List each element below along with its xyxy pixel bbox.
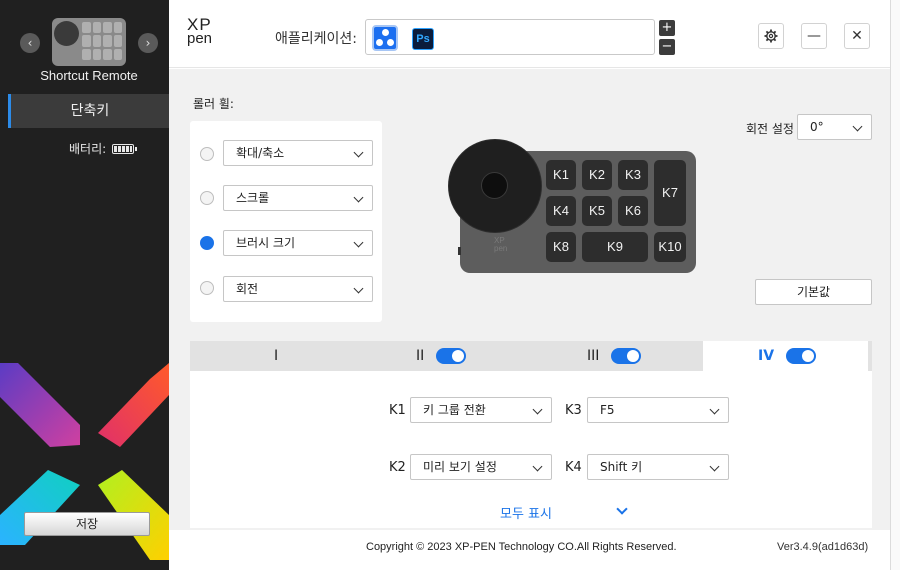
roller-zoom-select[interactable]: 확대/축소 [223, 140, 373, 166]
photoshop-icon[interactable]: Ps [412, 28, 434, 50]
copyright-text: Copyright © 2023 XP-PEN Technology CO.Al… [366, 541, 677, 553]
save-button[interactable]: 저장 [24, 512, 150, 536]
roller-radio-scroll[interactable] [200, 191, 214, 205]
k1-function-select[interactable]: 키 그룹 전환 [410, 397, 552, 423]
roller-rotate-select[interactable]: 회전 [223, 276, 373, 302]
device-name: Shortcut Remote [40, 68, 138, 83]
mapping-key-k1: K1 [389, 403, 406, 418]
minimize-button[interactable]: — [801, 23, 827, 49]
rotation-select[interactable]: 0° [797, 114, 872, 140]
key-k4[interactable]: K4 [546, 196, 576, 226]
chevron-down-icon [353, 147, 364, 158]
settings-button[interactable] [758, 23, 784, 49]
device-image: XP pen K1 K2 K3 K4 K5 K6 K7 K8 K9 K10 [449, 140, 696, 273]
footer: Copyright © 2023 XP-PEN Technology CO.Al… [169, 530, 890, 570]
key-k2[interactable]: K2 [582, 160, 612, 190]
previous-device-button[interactable]: ‹ [20, 33, 40, 53]
battery-icon [112, 143, 138, 154]
roller-radio-zoom[interactable] [200, 147, 214, 161]
key-k3[interactable]: K3 [618, 160, 648, 190]
main-panel: 롤러 휠: 확대/축소 스크롤 브러시 크기 회전 XP pen K1 K2 K3… [169, 69, 890, 530]
all-apps-icon[interactable] [372, 25, 398, 51]
next-device-button[interactable]: › [138, 33, 158, 53]
xppen-logo: XP pen [187, 15, 213, 47]
device-brand-logo: XP pen [494, 236, 508, 253]
mapping-key-k2: K2 [389, 460, 406, 475]
rotation-label: 회전 설정 [746, 122, 794, 136]
gear-icon [764, 29, 778, 43]
roller-options-card: 확대/축소 스크롤 브러시 크기 회전 [190, 121, 382, 322]
reset-default-button[interactable]: 기본값 [755, 279, 872, 305]
chevron-down-icon [709, 461, 720, 472]
sidebar: ‹ › Shortcut Remote 단축키 배터리: 저장 [0, 0, 169, 570]
key-k9[interactable]: K9 [582, 232, 648, 262]
mapping-key-k3: K3 [565, 403, 582, 418]
add-application-button[interactable]: + [659, 20, 675, 36]
window-edge [890, 0, 900, 570]
tab-group-4[interactable]: IV [703, 341, 868, 371]
application-list: Ps [365, 19, 655, 55]
application-label: 애플리케이션: [275, 31, 357, 47]
roller-scroll-select[interactable]: 스크롤 [223, 185, 373, 211]
header: XP pen 애플리케이션: Ps + − — ✕ [169, 0, 890, 68]
key-k10[interactable]: K10 [654, 232, 686, 262]
battery-label: 배터리: [69, 142, 107, 156]
tab-group-3[interactable]: III [587, 341, 642, 371]
chevron-down-icon [852, 121, 863, 132]
chevron-down-icon [353, 192, 364, 203]
show-all-link[interactable]: 모두 표시 [500, 503, 552, 522]
battery-status: 배터리: [69, 140, 138, 157]
remove-application-button[interactable]: − [659, 39, 675, 55]
key-k1[interactable]: K1 [546, 160, 576, 190]
roller-wheel-title: 롤러 휠: [193, 97, 234, 111]
chevron-down-icon[interactable] [616, 503, 628, 515]
k3-function-select[interactable]: F5 [587, 397, 729, 423]
key-group-tabs: I II III IV [190, 341, 872, 371]
roller-radio-brush-size[interactable] [200, 236, 214, 250]
chevron-down-icon [353, 237, 364, 248]
key-k6[interactable]: K6 [618, 196, 648, 226]
group-3-toggle[interactable] [611, 348, 642, 364]
brand-decoration [0, 363, 169, 560]
chevron-down-icon [532, 404, 543, 415]
roller-wheel[interactable] [449, 140, 541, 232]
tab-group-2[interactable]: II [416, 341, 467, 371]
device-thumbnail [52, 18, 126, 66]
tab-group-1[interactable]: I [274, 341, 278, 371]
sidebar-item-shortcuts[interactable]: 단축키 [8, 94, 169, 128]
k2-function-select[interactable]: 미리 보기 설정 [410, 454, 552, 480]
close-button[interactable]: ✕ [844, 23, 870, 49]
mapping-key-k4: K4 [565, 460, 582, 475]
k4-function-select[interactable]: Shift 키 [587, 454, 729, 480]
roller-brush-size-select[interactable]: 브러시 크기 [223, 230, 373, 256]
key-mapping-panel: K1 키 그룹 전환 K3 F5 K2 미리 보기 설정 K4 Shift 키 … [190, 371, 872, 528]
group-2-toggle[interactable] [436, 348, 467, 364]
version-text: Ver3.4.9(ad1d63d) [777, 541, 869, 553]
chevron-down-icon [709, 404, 720, 415]
key-k7[interactable]: K7 [654, 160, 686, 226]
key-k5[interactable]: K5 [582, 196, 612, 226]
roller-radio-rotate[interactable] [200, 281, 214, 295]
group-4-toggle[interactable] [786, 348, 817, 364]
chevron-down-icon [353, 283, 364, 294]
chevron-down-icon [532, 461, 543, 472]
key-k8[interactable]: K8 [546, 232, 576, 262]
